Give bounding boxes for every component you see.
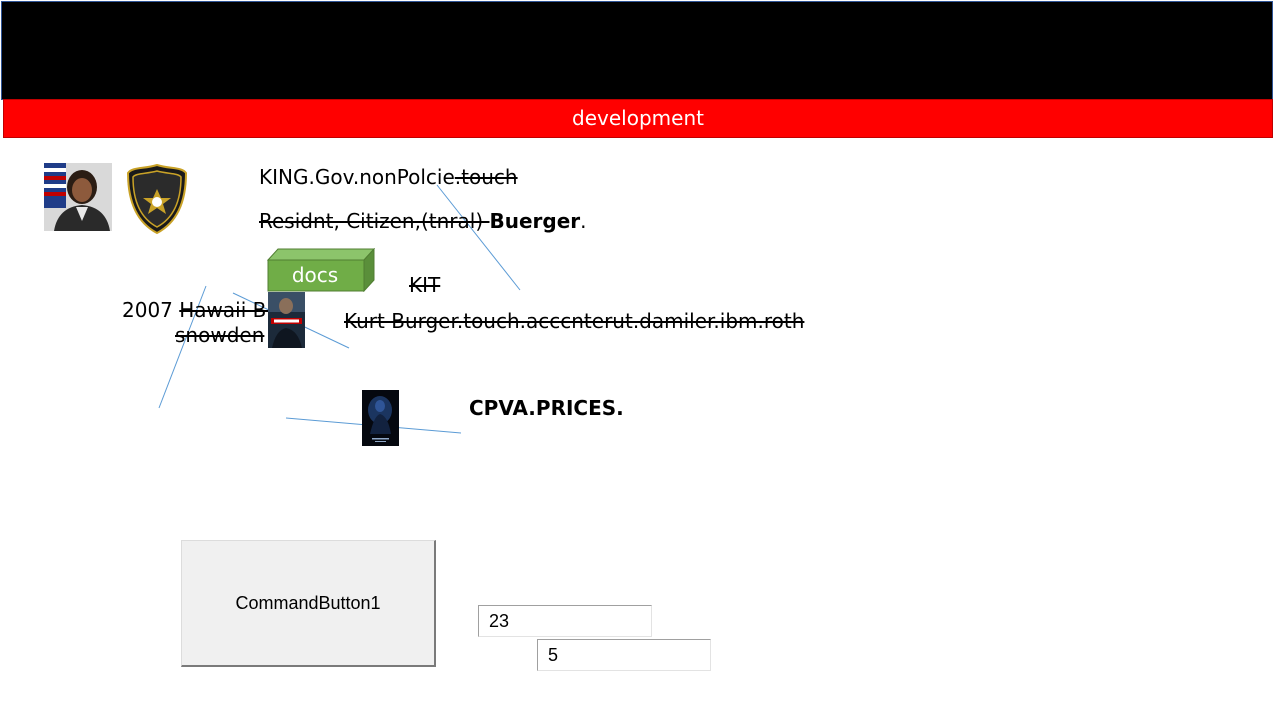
movie-poster-icon [362,390,399,446]
kurt-burger-text: Kurt Burger.touch.acccnterut.damiler.ibm… [344,309,805,333]
textbox-2[interactable] [537,639,711,671]
movie-poster-icon [268,292,305,348]
citizen-text-struck: Residnt, Citizen,(tnral) [259,209,490,233]
year-text-line: 2007 Hawaii Bm [122,298,286,322]
cpva-prices-text: CPVA.PRICES. [469,396,624,420]
development-banner: development [3,99,1273,138]
docs-label: docs [291,263,339,287]
slide-canvas: development KING.Gov.nonPolcie.touch Res… [0,0,1280,720]
command-button-1[interactable]: CommandButton1 [181,540,436,667]
gov-text-struck: .touch [454,165,518,189]
snowden-text: snowden [175,323,265,347]
gov-text-plain: KING.Gov.nonPolcie [259,165,455,189]
top-black-bar [1,1,1273,100]
banner-label: development [572,106,704,130]
buerger-text: Buerger [489,209,581,233]
portrait-photo-icon [44,163,112,231]
citizen-text-line: Residnt, Citizen,(tnral) Buerger. [259,209,587,233]
citizen-text-tail: . [580,209,587,233]
gov-text-line: KING.Gov.nonPolcie.touch [259,165,518,189]
sheriff-badge-icon [126,163,188,235]
connector-line [436,184,521,291]
kit-text: KIT [409,273,441,297]
year-text: 2007 [122,298,180,322]
textbox-1[interactable] [478,605,652,637]
